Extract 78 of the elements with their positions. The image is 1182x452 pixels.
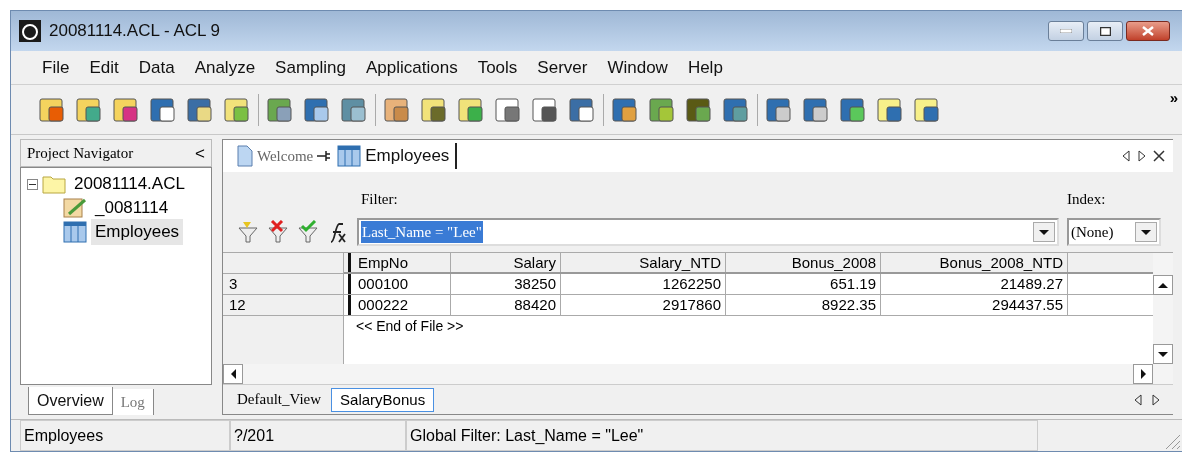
table-cell: 21489.27 <box>881 274 1068 294</box>
minimize-icon <box>1060 29 1072 33</box>
window-title: 20081114.ACL - ACL 9 <box>49 20 221 43</box>
menu-item[interactable]: Window <box>598 54 677 81</box>
end-of-file-marker: << End of File >> <box>355 317 465 336</box>
table-cell: 88420 <box>451 295 561 315</box>
pin-icon <box>317 150 332 162</box>
column-header[interactable]: EmpNo <box>354 253 451 272</box>
filter-value: Last_Name = "Lee" <box>361 220 483 244</box>
menu-item[interactable]: Tools <box>468 54 527 81</box>
column-header[interactable]: Salary <box>451 253 561 272</box>
table-cell: 294437.55 <box>881 295 1068 315</box>
table-cell: 38250 <box>451 274 561 294</box>
panel-tab[interactable]: Log <box>112 389 154 415</box>
collapse-toggle[interactable] <box>27 178 38 190</box>
menu-item[interactable]: File <box>33 54 79 81</box>
record-number: 12 <box>229 294 246 315</box>
filter-label: Filter: <box>360 189 399 209</box>
status-panel: Global Filter: Last_Name = "Lee" <box>406 420 1038 451</box>
collapse-button[interactable]: < <box>195 144 205 162</box>
app-logo-icon <box>19 20 41 42</box>
tab-left-icon[interactable] <box>1121 150 1131 162</box>
scroll-up-icon[interactable] <box>1153 275 1173 295</box>
maximize-icon <box>1099 26 1111 36</box>
close-tab-icon[interactable] <box>1153 150 1165 162</box>
menu-item[interactable]: Help <box>678 54 732 81</box>
menu-item[interactable]: Data <box>129 54 184 81</box>
table-icon <box>63 221 87 243</box>
close-button[interactable] <box>1126 21 1170 41</box>
tree-item[interactable]: 20081114.ACL <box>70 171 189 197</box>
index-value: (None) <box>1071 222 1114 242</box>
menu-item[interactable]: Server <box>528 54 597 81</box>
maximize-button[interactable] <box>1087 21 1123 41</box>
panel-tab[interactable]: Overview <box>28 387 113 415</box>
tree-item[interactable]: Employees <box>91 219 184 245</box>
view-right-icon[interactable] <box>1151 393 1161 406</box>
tree-item[interactable]: _0081114 <box>91 195 173 221</box>
table-cell: 8922.35 <box>726 295 881 315</box>
scroll-down-icon[interactable] <box>1153 344 1173 364</box>
horizontal-scrollbar[interactable] <box>223 364 1173 384</box>
document-tab[interactable]: Welcome <box>257 144 314 168</box>
status-panel: Employees <box>20 420 230 451</box>
folder-icon <box>42 174 66 194</box>
menu-item[interactable]: Applications <box>357 54 467 81</box>
vertical-scrollbar[interactable] <box>1153 253 1173 364</box>
menu-item[interactable]: Edit <box>80 54 128 81</box>
table-cell: 000222 <box>354 295 451 315</box>
scroll-right-icon[interactable] <box>1133 364 1153 384</box>
filter-remove-icon[interactable] <box>267 220 289 244</box>
toolbar-overflow-button[interactable]: » <box>1169 87 1178 110</box>
filter-add-icon[interactable] <box>237 220 259 244</box>
view-left-icon[interactable] <box>1133 393 1143 406</box>
view-tab[interactable]: SalaryBonus <box>331 387 435 412</box>
column-header[interactable]: Bonus_2008 <box>726 253 881 272</box>
filter-field[interactable]: Last_Name = "Lee" <box>357 218 1059 246</box>
view-tab[interactable]: Default_View <box>235 388 324 411</box>
tab-right-icon[interactable] <box>1137 150 1147 162</box>
column-header[interactable]: Salary_NTD <box>561 253 726 272</box>
document-tab[interactable]: Employees <box>365 143 458 169</box>
index-label: Index: <box>1067 189 1107 209</box>
index-dropdown[interactable]: (None) <box>1067 218 1161 246</box>
scroll-left-icon[interactable] <box>223 364 243 384</box>
table-cell: 000100 <box>354 274 451 294</box>
record-number: 3 <box>229 273 238 294</box>
menu-item[interactable]: Analyze <box>185 54 265 81</box>
script-icon <box>63 197 87 219</box>
table-icon <box>337 145 362 167</box>
table-cell: 1262250 <box>561 274 726 294</box>
table-cell: 651.19 <box>726 274 881 294</box>
column-header[interactable]: Bonus_2008_NTD <box>881 253 1068 272</box>
minimize-button[interactable] <box>1048 21 1084 41</box>
close-icon <box>1142 26 1154 36</box>
table-cell: 2917860 <box>561 295 726 315</box>
filter-apply-icon[interactable] <box>297 220 319 244</box>
page-icon <box>237 145 253 167</box>
menu-item[interactable]: Sampling <box>266 54 355 81</box>
status-panel: ?/201 <box>230 420 406 451</box>
navigator-title: Project Navigator <box>27 143 134 163</box>
